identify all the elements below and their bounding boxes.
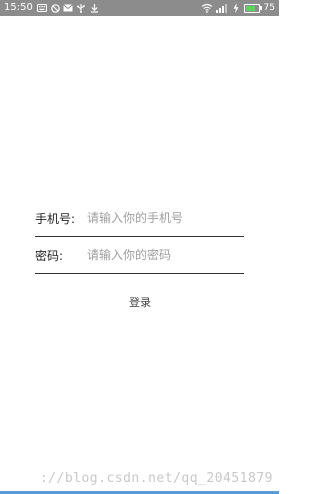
blocked-icon bbox=[50, 0, 61, 16]
login-button[interactable]: 登录 bbox=[110, 293, 170, 311]
battery-cap bbox=[259, 6, 262, 10]
password-input[interactable] bbox=[87, 248, 237, 262]
phone-label: 手机号: bbox=[35, 211, 76, 226]
mail-icon bbox=[63, 0, 74, 16]
login-form: 手机号: 密码: bbox=[35, 200, 244, 274]
status-bar: 15:50 75 bbox=[0, 0, 279, 16]
phone-field-row: 手机号: bbox=[35, 200, 244, 237]
usb-icon bbox=[76, 0, 87, 16]
password-field-row: 密码: bbox=[35, 237, 244, 274]
battery-body bbox=[243, 3, 260, 13]
battery-indicator: 75 bbox=[243, 0, 275, 16]
download-icon bbox=[89, 0, 100, 16]
battery-level: 75 bbox=[263, 3, 275, 13]
status-right-group: 75 bbox=[201, 0, 275, 16]
status-left-group: 15:50 bbox=[4, 0, 102, 16]
status-time: 15:50 bbox=[4, 2, 33, 13]
wifi-icon bbox=[201, 0, 214, 16]
signal-icon bbox=[216, 0, 230, 16]
battery-fill bbox=[245, 5, 255, 11]
charging-icon bbox=[232, 0, 240, 16]
watermark: ://blog.csdn.net/qq_20451879 bbox=[39, 471, 273, 486]
phone-input[interactable] bbox=[87, 211, 237, 225]
keyboard-icon bbox=[37, 0, 48, 16]
password-label: 密码: bbox=[35, 248, 64, 263]
